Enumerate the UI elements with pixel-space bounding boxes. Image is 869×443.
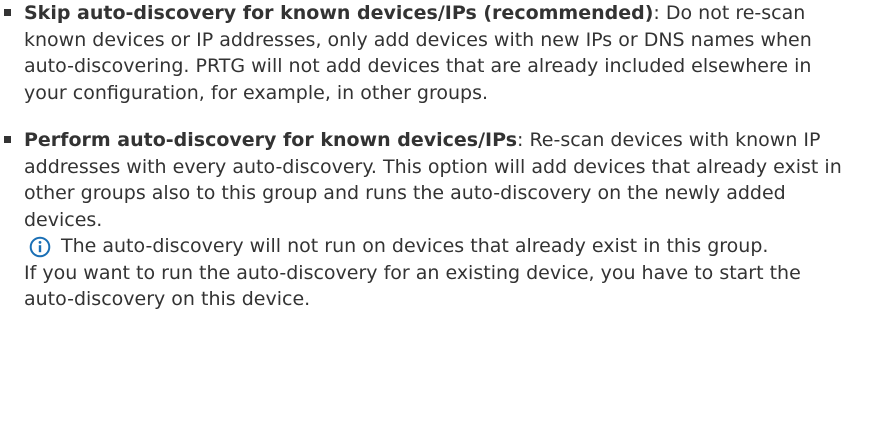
option-title: Skip auto-discovery for known devices/IP…: [24, 2, 654, 24]
option-list: Skip auto-discovery for known devices/IP…: [0, 0, 869, 313]
option-perform-known-devices: Perform auto-discovery for known devices…: [0, 127, 869, 313]
bullet-icon: [4, 136, 11, 143]
info-icon: [29, 236, 51, 258]
info-note-rest: If you want to run the auto-discovery fo…: [24, 261, 801, 311]
option-skip-known-devices: Skip auto-discovery for known devices/IP…: [0, 0, 869, 106]
bullet-icon: [4, 9, 11, 16]
info-note: The auto-discovery will not run on devic…: [24, 233, 855, 313]
info-note-first-sentence: The auto-discovery will not run on devic…: [61, 235, 769, 257]
option-title: Perform auto-discovery for known devices…: [24, 129, 517, 151]
help-document: Skip auto-discovery for known devices/IP…: [0, 0, 869, 443]
